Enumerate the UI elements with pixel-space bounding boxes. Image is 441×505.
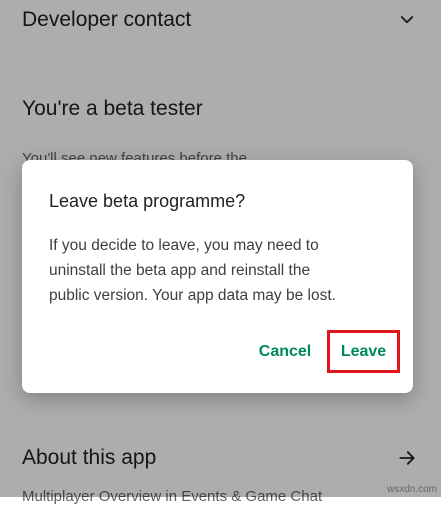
dialog-message-line: uninstall the beta app and reinstall the	[49, 262, 311, 279]
dialog-message: If you decide to leave, you may need to …	[49, 233, 394, 308]
watermark-text: wsxdn.com	[386, 484, 437, 495]
dialog-title: Leave beta programme?	[49, 191, 246, 211]
dialog-message-line: public version. Your app data may be los…	[49, 287, 336, 304]
cancel-button[interactable]: Cancel	[250, 334, 320, 370]
leave-button[interactable]: Leave	[327, 330, 400, 373]
dialog-message-line: If you decide to leave, you may need to	[49, 237, 319, 254]
leave-beta-dialog: Leave beta programme? If you decide to l…	[22, 160, 413, 393]
